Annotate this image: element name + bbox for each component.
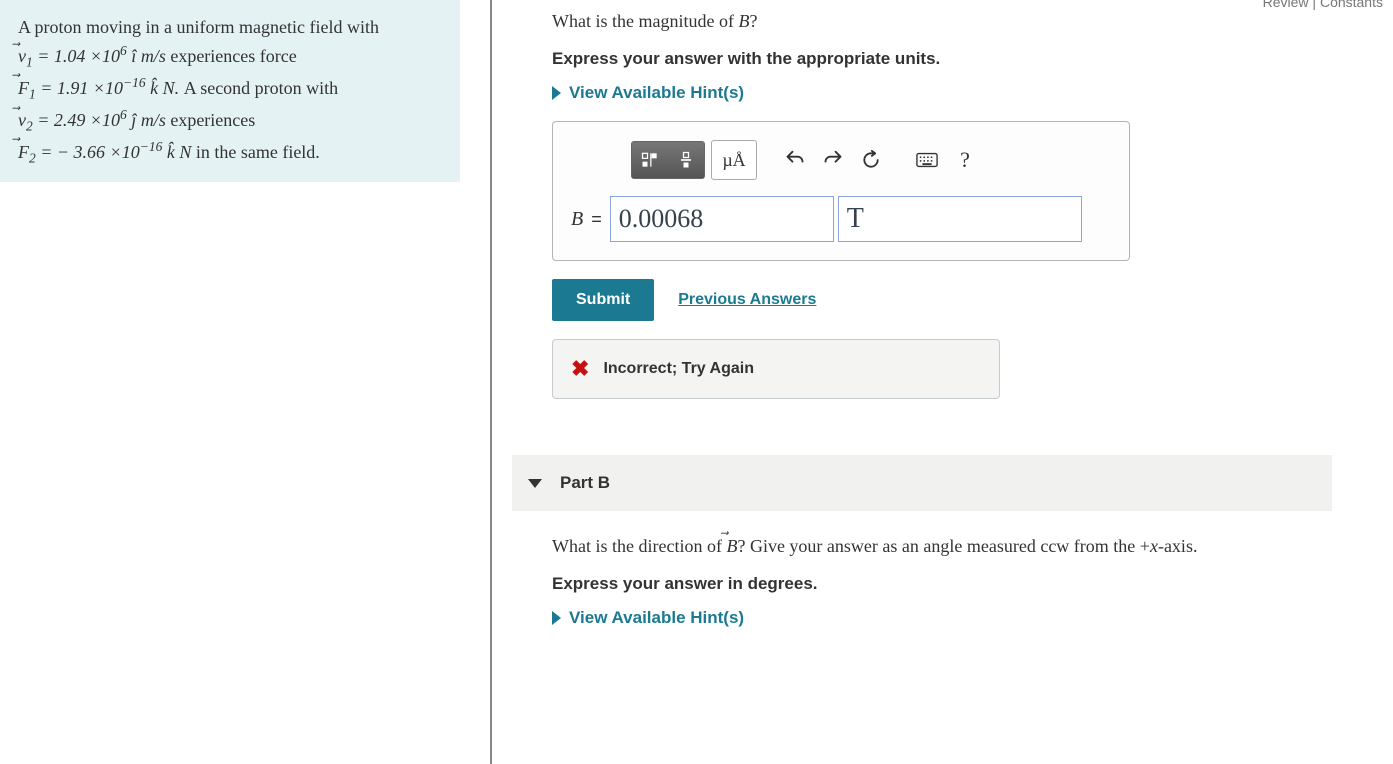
keyboard-button[interactable] [909,142,945,178]
f2-expr: F⃗2 = − 3.66 ×10−16 k̂ N [18,142,196,162]
problem-text: experiences force [170,46,296,66]
units-label: µÅ [722,150,745,171]
equals-label: = [591,209,602,230]
help-button[interactable]: ? [947,142,983,178]
unit-input[interactable] [838,196,1082,242]
chevron-down-icon [528,479,542,488]
hints-toggle[interactable]: View Available Hint(s) [552,83,1373,103]
problem-statement: A proton moving in a uniform magnetic fi… [0,0,460,182]
previous-answers-link[interactable]: Previous Answers [678,291,816,309]
f1-expr: F⃗1 = 1.91 ×10−16 k̂ N. [18,78,184,98]
part-a-question: What is the magnitude of B? [552,8,1373,35]
feedback-text: Incorrect; Try Again [603,360,754,378]
undo-button[interactable] [777,142,813,178]
part-b-question: What is the direction of B⃗? Give your a… [552,533,1373,560]
equation-toolbar: µÅ ? [631,140,1111,180]
part-b-instruction: Express your answer in degrees. [552,574,1373,594]
templates-button[interactable] [632,142,668,178]
hints-label: View Available Hint(s) [569,608,744,628]
x-icon: ✖ [571,356,589,382]
top-links: Review | Constants [1263,0,1383,10]
chevron-right-icon [552,86,561,100]
fraction-button[interactable] [668,142,704,178]
problem-text: A proton moving in a uniform magnetic fi… [18,17,379,37]
problem-text: A second proton with [184,78,339,98]
constants-link[interactable]: Constants [1320,0,1383,10]
chevron-right-icon [552,611,561,625]
question-text: What is the magnitude of [552,11,738,31]
input-var-label: B [571,208,583,231]
problem-text: in the same field. [196,142,320,162]
var-b: B [738,11,749,31]
vertical-divider [490,0,492,764]
question-text: ? [749,11,757,31]
reset-button[interactable] [853,142,889,178]
hints-label: View Available Hint(s) [569,83,744,103]
part-b-header[interactable]: Part B [512,455,1332,511]
magnitude-input[interactable] [610,196,834,242]
feedback-box: ✖ Incorrect; Try Again [552,339,1000,399]
part-b-hints-toggle[interactable]: View Available Hint(s) [552,608,1373,628]
review-link[interactable]: Review [1263,0,1309,10]
part-a-instruction: Express your answer with the appropriate… [552,49,1373,69]
redo-button[interactable] [815,142,851,178]
part-b-label: Part B [560,473,610,493]
units-button[interactable]: µÅ [711,140,757,180]
problem-text: experiences [170,110,255,130]
answer-entry-box: µÅ ? B = [552,121,1130,261]
submit-button[interactable]: Submit [552,279,654,321]
v2-expr: v⃗2 = 2.49 ×106 ĵ m/s [18,110,170,130]
problem-panel: A proton moving in a uniform magnetic fi… [0,0,490,764]
v1-expr: v⃗1 = 1.04 ×106 î m/s [18,46,170,66]
